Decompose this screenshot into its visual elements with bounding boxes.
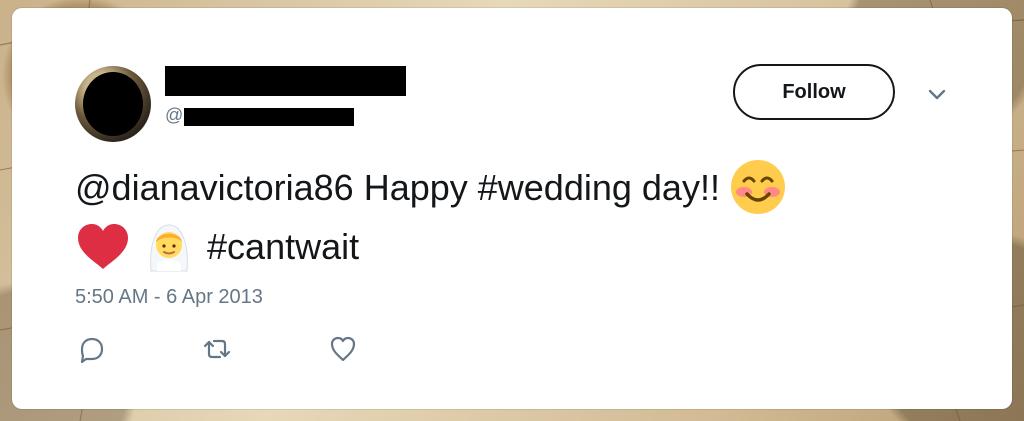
avatar-redaction — [83, 72, 143, 136]
tweet-timestamp[interactable]: 5:50 AM - 6 Apr 2013 — [75, 284, 263, 310]
tweet-line-2: #cantwait — [75, 218, 955, 277]
tweet-text-line-1: @dianavictoria86 Happy #wedding day!! — [75, 167, 720, 208]
tweet-text-line-2: #cantwait — [207, 226, 360, 268]
handle-prefix: @ — [165, 105, 184, 125]
display-name-redaction — [165, 66, 406, 96]
follow-button[interactable]: Follow — [733, 64, 895, 120]
tweet-card: @ Follow @dianavictoria86 Happy #wedding… — [12, 8, 1012, 409]
smiling-face-emoji — [730, 160, 785, 215]
bride-with-veil-emoji — [150, 224, 188, 272]
chevron-down-icon[interactable] — [927, 87, 947, 103]
reply-icon[interactable] — [76, 334, 106, 364]
handle-redaction — [184, 108, 354, 126]
tweet-text: @dianavictoria86 Happy #wedding day!! #c… — [75, 159, 955, 278]
avatar[interactable] — [75, 66, 151, 142]
red-heart-emoji — [78, 223, 128, 269]
tweet-line-1: @dianavictoria86 Happy #wedding day!! — [75, 159, 955, 218]
heart-icon[interactable] — [328, 334, 358, 364]
user-handle[interactable]: @ — [165, 104, 355, 126]
retweet-icon[interactable] — [202, 334, 232, 364]
